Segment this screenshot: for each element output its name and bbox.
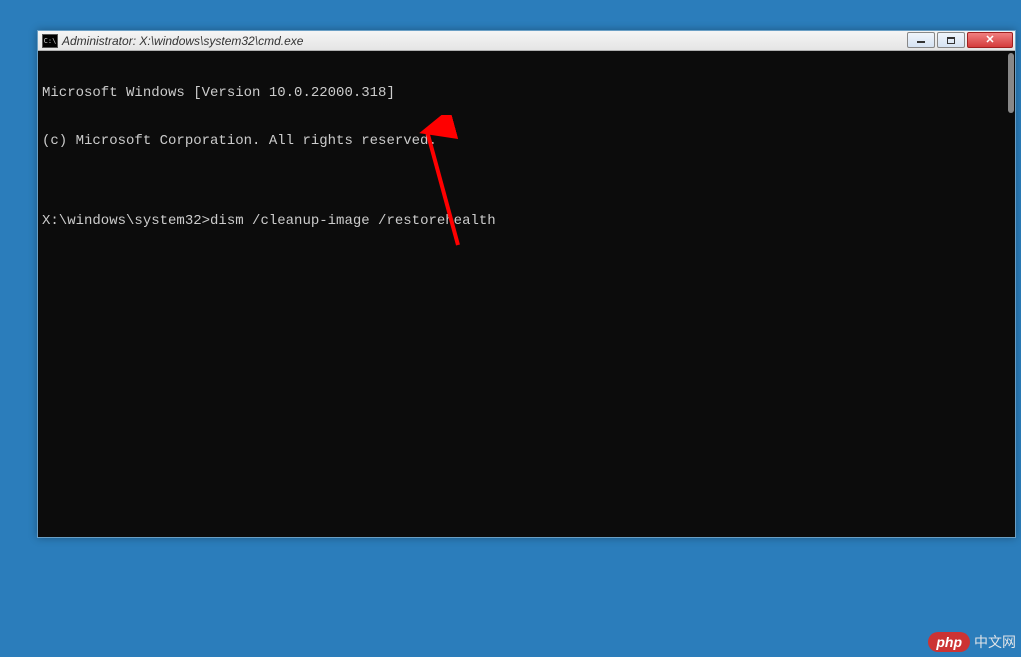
terminal-prompt-line: X:\windows\system32>dism /cleanup-image … (42, 213, 1011, 229)
watermark-logo: php (928, 632, 970, 652)
minimize-button[interactable] (907, 32, 935, 48)
watermark-text: 中文网 (974, 632, 1016, 652)
terminal-output-line: (c) Microsoft Corporation. All rights re… (42, 133, 1011, 149)
titlebar[interactable]: C:\ Administrator: X:\windows\system32\c… (38, 31, 1015, 51)
terminal-command: dism /cleanup-image /restorehealth (210, 213, 496, 229)
terminal-output-line: Microsoft Windows [Version 10.0.22000.31… (42, 85, 1011, 101)
window-title: Administrator: X:\windows\system32\cmd.e… (62, 34, 303, 48)
watermark: php 中文网 (928, 632, 1016, 652)
maximize-button[interactable] (937, 32, 965, 48)
maximize-icon (947, 37, 955, 44)
cmd-icon: C:\ (42, 34, 58, 48)
terminal-prompt: X:\windows\system32> (42, 213, 210, 229)
minimize-icon (917, 41, 925, 43)
window-controls: ✕ (907, 32, 1013, 48)
terminal-area[interactable]: Microsoft Windows [Version 10.0.22000.31… (38, 51, 1015, 537)
close-button[interactable]: ✕ (967, 32, 1013, 48)
close-icon: ✕ (985, 35, 994, 46)
cmd-window: C:\ Administrator: X:\windows\system32\c… (37, 30, 1016, 538)
scrollbar-thumb[interactable] (1008, 53, 1014, 113)
